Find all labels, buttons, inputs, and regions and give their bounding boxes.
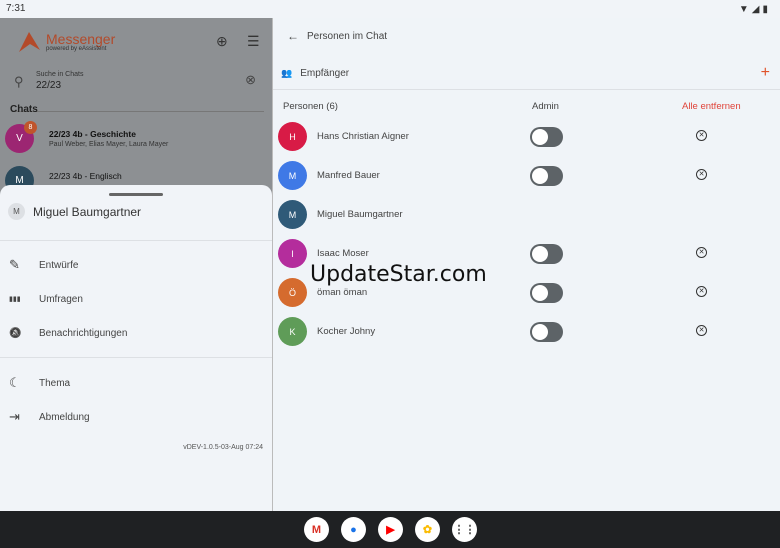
person-row: M Miguel Baumgartner xyxy=(278,200,778,230)
watermark: UpdateStar.com xyxy=(310,262,487,287)
moon-icon: ☾ xyxy=(9,375,21,390)
signal-icon: ◢ xyxy=(751,4,760,15)
photos-icon[interactable]: ✿ xyxy=(415,517,440,542)
new-chat-icon[interactable]: ⊕ xyxy=(216,33,228,50)
clear-icon[interactable]: ⊗ xyxy=(245,72,256,88)
divider xyxy=(273,89,780,90)
chrome-icon[interactable]: ● xyxy=(341,517,366,542)
drag-handle[interactable] xyxy=(109,193,163,196)
logo-icon xyxy=(19,32,40,52)
remove-person-icon[interactable]: ✕ xyxy=(696,130,707,141)
menu-item-abmeldung[interactable]: ⇥ Abmeldung xyxy=(9,407,259,427)
chat-item[interactable]: V 8 22/23 4b - Geschichte Paul Weber, El… xyxy=(5,121,265,156)
avatar: Ö xyxy=(278,278,307,307)
remove-person-icon[interactable]: ✕ xyxy=(696,169,707,180)
menu-label: Thema xyxy=(39,377,71,389)
bell-off-icon: 🔕 xyxy=(9,327,22,339)
recipients-label: Empfänger xyxy=(300,68,350,79)
status-bar: 7:31 ▼ ◢ ▮ xyxy=(0,0,780,18)
menu-label: Benachrichtigungen xyxy=(39,327,128,339)
user-name: Miguel Baumgartner xyxy=(33,204,142,219)
divider xyxy=(0,357,272,358)
person-name: Miguel Baumgartner xyxy=(317,209,403,220)
avatar: M xyxy=(278,161,307,190)
search-icon: ⚲ xyxy=(14,74,24,89)
avatar: H xyxy=(278,122,307,151)
chat-list-panel: Messenger powered by eAssistent ⊕ ☰ ⚲ Suc… xyxy=(0,18,272,511)
unread-badge: 8 xyxy=(24,121,37,134)
persons-count-header: Personen (6) xyxy=(283,101,338,112)
menu-item-entwuerfe[interactable]: ✎ Entwürfe xyxy=(9,255,259,275)
gmail-icon[interactable]: M xyxy=(304,517,329,542)
remove-person-icon[interactable]: ✕ xyxy=(696,325,707,336)
recipients-header: 👥 Empfänger xyxy=(281,68,349,79)
back-arrow-icon[interactable]: ← xyxy=(287,29,299,43)
person-name: Kocher Johny xyxy=(317,326,376,337)
clock: 7:31 xyxy=(6,3,26,14)
avatar: I xyxy=(278,239,307,268)
menu-icon[interactable]: ☰ xyxy=(247,33,260,50)
chat-title: 22/23 4b - Englisch xyxy=(49,171,122,181)
app-logo: Messenger powered by eAssistent xyxy=(16,30,115,54)
person-name: Manfred Bauer xyxy=(317,170,380,181)
battery-icon: ▮ xyxy=(762,4,768,15)
search-label: Suche in Chats xyxy=(36,71,84,78)
admin-toggle[interactable] xyxy=(530,166,563,186)
chat-title: 22/23 4b - Geschichte xyxy=(49,129,136,139)
person-row: K Kocher Johny ✕ xyxy=(278,317,778,347)
version-label: vDEV-1.0.5-03-Aug 07:24 xyxy=(183,444,263,451)
person-row: H Hans Christian Aigner ✕ xyxy=(278,122,778,152)
admin-toggle[interactable] xyxy=(530,127,563,147)
menu-label: Umfragen xyxy=(39,293,83,305)
menu-label: Abmeldung xyxy=(39,411,90,423)
admin-header: Admin xyxy=(532,101,559,112)
person-name: Isaac Moser xyxy=(317,248,369,259)
wifi-icon: ▼ xyxy=(738,4,749,15)
menu-item-umfragen[interactable]: ▮▮▮ Umfragen xyxy=(9,289,259,309)
app-name: Messenger xyxy=(46,31,116,47)
chart-icon: ▮▮▮ xyxy=(9,296,21,303)
taskbar: M ● ▶ ✿ ⋮⋮ xyxy=(0,511,780,548)
add-person-button[interactable]: + xyxy=(761,64,770,82)
app-drawer-icon[interactable]: ⋮⋮ xyxy=(452,517,477,542)
page-title: Personen im Chat xyxy=(307,31,388,42)
chat-members: Paul Weber, Elias Mayer, Laura Mayer xyxy=(49,141,169,148)
edit-icon: ✎ xyxy=(9,257,20,272)
user-profile: M Miguel Baumgartner xyxy=(8,203,141,220)
menu-label: Entwürfe xyxy=(39,259,79,271)
avatar: M xyxy=(8,203,25,220)
admin-toggle[interactable] xyxy=(530,244,563,264)
admin-toggle[interactable] xyxy=(530,322,563,342)
app-subtitle: powered by eAssistent xyxy=(46,46,107,52)
remove-person-icon[interactable]: ✕ xyxy=(696,247,707,258)
profile-sheet: M Miguel Baumgartner ✎ Entwürfe ▮▮▮ Umfrag… xyxy=(0,185,272,511)
menu-item-thema[interactable]: ☾ Thema xyxy=(9,373,259,393)
remove-all-button[interactable]: Alle entfernen xyxy=(682,101,741,112)
avatar: K xyxy=(278,317,307,346)
person-name: öman öman xyxy=(317,287,368,298)
chats-heading: Chats xyxy=(10,104,38,115)
remove-person-icon[interactable]: ✕ xyxy=(696,286,707,297)
logout-icon: ⇥ xyxy=(9,409,20,424)
person-row: M Manfred Bauer ✕ xyxy=(278,161,778,191)
group-icon: 👥 xyxy=(281,68,293,78)
avatar: M xyxy=(278,200,307,229)
search-value: 22/23 xyxy=(36,80,62,91)
divider xyxy=(0,240,272,241)
person-name: Hans Christian Aigner xyxy=(317,131,409,142)
search-input[interactable]: ⚲ Suche in Chats 22/23 ⊗ xyxy=(12,68,264,112)
youtube-icon[interactable]: ▶ xyxy=(378,517,403,542)
admin-toggle[interactable] xyxy=(530,283,563,303)
menu-item-benachrichtigungen[interactable]: 🔕 Benachrichtigungen xyxy=(9,323,259,343)
